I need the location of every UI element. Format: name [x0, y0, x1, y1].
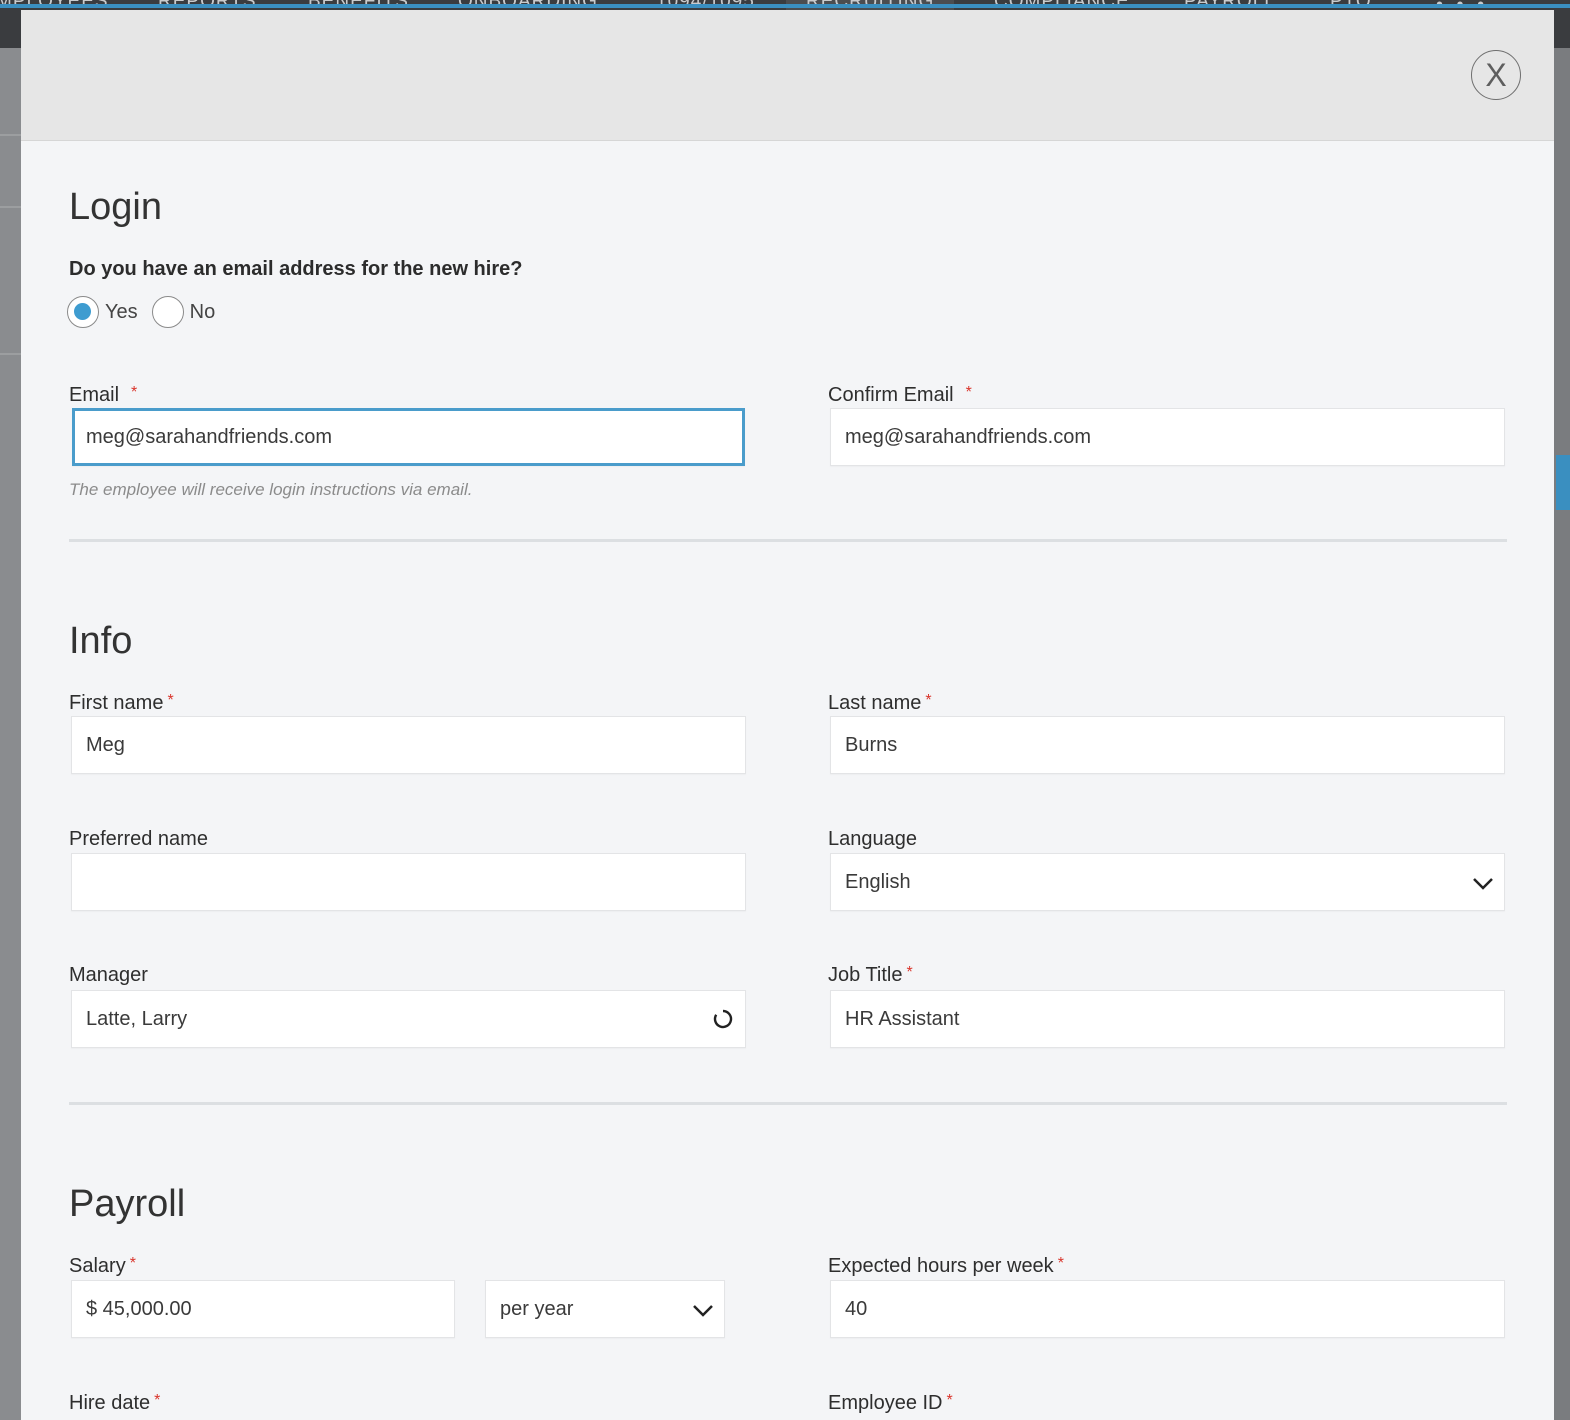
close-button[interactable]: X: [1471, 50, 1521, 100]
modal-header: X: [21, 10, 1554, 141]
background-page-edge: [0, 48, 22, 1420]
preferred-name-label: Preferred name: [69, 828, 208, 850]
section-divider: [69, 539, 1507, 542]
loading-spinner-icon: [713, 1009, 733, 1029]
email-question: Do you have an email address for the new…: [69, 258, 523, 280]
manager-input[interactable]: Latte, Larry: [71, 990, 746, 1048]
new-hire-modal: X Login Do you have an email address for…: [21, 10, 1554, 1420]
language-label: Language: [828, 828, 917, 850]
language-value: English: [845, 871, 911, 893]
hours-input[interactable]: 40: [830, 1280, 1505, 1338]
confirm-email-label: Confirm Email *: [828, 384, 972, 406]
job-title-input[interactable]: HR Assistant: [830, 990, 1505, 1048]
manager-value: Latte, Larry: [86, 1008, 188, 1030]
background-side-tab: [1556, 455, 1570, 510]
nav-accent-bar: [0, 4, 1570, 8]
email-radio-group: Yes No: [67, 296, 229, 328]
job-title-label: Job Title *: [828, 964, 913, 986]
login-section-title: Login: [69, 186, 162, 228]
chevron-down-icon: [693, 1305, 713, 1317]
info-section-title: Info: [69, 620, 133, 662]
login-help-text: The employee will receive login instruct…: [69, 480, 473, 499]
chevron-down-icon: [1473, 878, 1493, 890]
email-label: Email *: [69, 384, 138, 406]
preferred-name-input[interactable]: [71, 853, 746, 911]
salary-period-value: per year: [500, 1298, 574, 1320]
radio-yes-label[interactable]: Yes: [105, 301, 138, 324]
hire-date-label: Hire date *: [69, 1392, 161, 1414]
last-name-input[interactable]: Burns: [830, 716, 1505, 774]
radio-yes[interactable]: [67, 296, 99, 328]
last-name-label: Last name *: [828, 692, 932, 714]
email-input[interactable]: meg@sarahandfriends.com: [72, 408, 745, 466]
payroll-section-title: Payroll: [69, 1183, 186, 1225]
salary-label: Salary *: [69, 1255, 136, 1277]
radio-no-label[interactable]: No: [190, 301, 216, 324]
salary-period-select[interactable]: per year: [485, 1280, 725, 1338]
first-name-label: First name *: [69, 692, 174, 714]
first-name-input[interactable]: Meg: [71, 716, 746, 774]
language-select[interactable]: English: [830, 853, 1505, 911]
confirm-email-input[interactable]: meg@sarahandfriends.com: [830, 408, 1505, 466]
salary-input[interactable]: $ 45,000.00: [71, 1280, 455, 1338]
manager-label: Manager: [69, 964, 148, 986]
hours-label: Expected hours per week *: [828, 1255, 1064, 1277]
section-divider: [69, 1102, 1507, 1105]
radio-no[interactable]: [151, 296, 184, 328]
employee-id-label: Employee ID *: [828, 1392, 953, 1414]
